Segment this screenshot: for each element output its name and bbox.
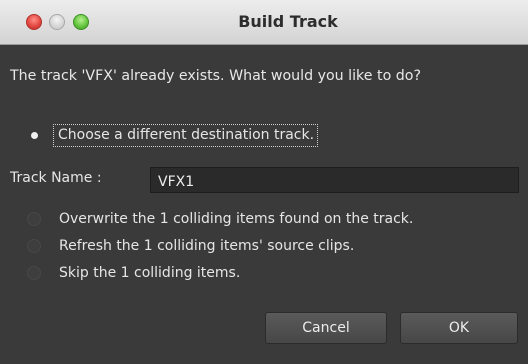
title-bar: Build Track	[0, 0, 528, 45]
ok-button[interactable]: OK	[400, 312, 518, 344]
build-track-dialog: Build Track The track 'VFX' already exis…	[0, 0, 528, 364]
radio-unselected-icon[interactable]	[27, 239, 41, 253]
option-label: Overwrite the 1 colliding items found on…	[59, 211, 414, 227]
option-overwrite[interactable]: Overwrite the 1 colliding items found on…	[27, 211, 413, 227]
option-label: Choose a different destination track.	[53, 124, 319, 147]
radio-selected-icon[interactable]	[27, 129, 41, 143]
track-name-label: Track Name :	[10, 170, 102, 186]
option-skip[interactable]: Skip the 1 colliding items.	[27, 265, 240, 281]
option-label: Skip the 1 colliding items.	[59, 265, 241, 281]
option-refresh[interactable]: Refresh the 1 colliding items' source cl…	[27, 238, 354, 254]
window-title: Build Track	[238, 12, 338, 31]
radio-unselected-icon[interactable]	[27, 266, 41, 280]
option-label: Refresh the 1 colliding items' source cl…	[59, 238, 355, 254]
dialog-message: The track 'VFX' already exists. What wou…	[10, 68, 421, 84]
option-choose-different-track[interactable]: Choose a different destination track.	[27, 124, 319, 147]
radio-unselected-icon[interactable]	[27, 212, 41, 226]
cancel-button[interactable]: Cancel	[265, 312, 387, 344]
track-name-input[interactable]	[150, 167, 519, 193]
